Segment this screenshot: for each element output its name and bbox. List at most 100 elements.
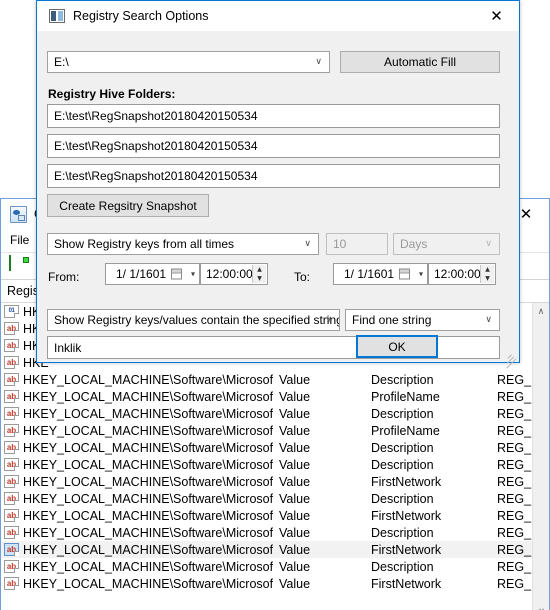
cell-value: Value xyxy=(279,576,311,591)
to-date-picker[interactable]: 1/ 1/1601 ▾ xyxy=(333,263,428,285)
cell-type: REG_ xyxy=(497,491,532,506)
menu-file[interactable]: File xyxy=(10,233,29,247)
table-row[interactable]: ab HKEY_LOCAL_MACHINE\Software\Microsoft\… xyxy=(1,490,549,507)
cell-value: Value xyxy=(279,474,311,489)
cell-name: Description xyxy=(371,559,434,574)
table-row[interactable]: ab HKEY_LOCAL_MACHINE\Software\Microsoft\… xyxy=(1,371,549,388)
table-row[interactable]: ab HKEY_LOCAL_MACHINE\Software\Microsoft\… xyxy=(1,456,549,473)
to-time-spinner[interactable]: 12:00:00 AI ▲ ▼ xyxy=(428,263,496,285)
duration-unit-combobox[interactable]: Days ∨ xyxy=(393,233,500,255)
cell-type: REG_ xyxy=(497,576,532,591)
string-value-icon: ab xyxy=(4,407,19,420)
table-row[interactable]: ab HKEY_LOCAL_MACHINE\Software\Microsoft\… xyxy=(1,507,549,524)
cell-registry-key: ab HKEY_LOCAL_MACHINE\Software\Microsoft\… xyxy=(1,441,273,455)
table-row[interactable]: ab HKEY_LOCAL_MACHINE\Software\Microsoft\… xyxy=(1,439,549,456)
table-row[interactable]: ab HKEY_LOCAL_MACHINE\Software\Microsoft\… xyxy=(1,422,549,439)
cell-type: REG_ xyxy=(497,440,532,455)
dialog-titlebar[interactable]: Registry Search Options ✕ xyxy=(37,1,519,31)
cell-registry-key-text: HKEY_LOCAL_MACHINE\Software\Microsoft\Wi… xyxy=(23,372,273,387)
cell-value: Value xyxy=(279,406,311,421)
cell-registry-key: ab HKEY_LOCAL_MACHINE\Software\Microsoft\… xyxy=(1,577,273,591)
cell-type: REG_ xyxy=(497,474,532,489)
from-date-picker[interactable]: 1/ 1/1601 ▾ xyxy=(105,263,200,285)
cell-registry-key: ab HKEY_LOCAL_MACHINE\Software\Microsoft\… xyxy=(1,509,273,523)
spinner-buttons[interactable]: ▲ ▼ xyxy=(480,265,494,283)
cell-value: Value xyxy=(279,542,311,557)
spin-down-icon[interactable]: ▼ xyxy=(253,274,266,283)
create-registry-snapshot-button[interactable]: Create Regsitry Snapshot xyxy=(47,194,209,217)
grid-icon-button[interactable] xyxy=(7,254,29,277)
photo-app-icon xyxy=(10,205,27,223)
chevron-down-icon: ▾ xyxy=(190,269,195,279)
string-value-icon: ab xyxy=(4,526,19,539)
ok-button[interactable]: OK xyxy=(356,335,438,358)
spin-down-icon[interactable]: ▼ xyxy=(481,274,494,283)
string-value-icon: ab xyxy=(4,560,19,573)
string-value-icon: ab xyxy=(4,339,19,352)
cell-type: REG_ xyxy=(497,508,532,523)
list-vertical-scrollbar[interactable]: ∧ ∨ xyxy=(532,303,549,610)
chevron-down-icon: ∨ xyxy=(485,315,492,325)
spin-up-icon[interactable]: ▲ xyxy=(253,265,266,274)
cell-name: Description xyxy=(371,457,434,472)
cell-registry-key-text: HKEY_LOCAL_MACHINE\Software\Microsoft\Wi… xyxy=(23,525,273,540)
cell-registry-key: ab HKEY_LOCAL_MACHINE\Software\Microsoft\… xyxy=(1,390,273,404)
drive-combobox[interactable]: E:\ ∨ xyxy=(47,51,330,73)
scroll-up-icon[interactable]: ∧ xyxy=(533,303,549,320)
table-row[interactable]: ab HKEY_LOCAL_MACHINE\Software\Microsoft\… xyxy=(1,541,549,558)
table-row[interactable]: ab HKEY_LOCAL_MACHINE\Software\Microsoft\… xyxy=(1,473,549,490)
cell-registry-key-text: HKEY_LOCAL_MACHINE\Software\Microsoft\Wi… xyxy=(23,423,273,438)
calendar-icon xyxy=(399,268,410,280)
spin-up-icon[interactable]: ▲ xyxy=(481,265,494,274)
find-mode-combobox[interactable]: Find one string ∨ xyxy=(345,309,500,331)
cell-registry-key: ab HKEY_LOCAL_MACHINE\Software\Microsoft\… xyxy=(1,373,273,387)
registry-search-options-dialog: Registry Search Options ✕ E:\ ∨ Automati… xyxy=(36,0,520,369)
string-value-icon: ab xyxy=(4,356,19,369)
scroll-down-icon[interactable]: ∨ xyxy=(533,603,549,610)
duration-unit-value: Days xyxy=(400,237,428,251)
cell-name: Description xyxy=(371,406,434,421)
resize-grip[interactable] xyxy=(504,347,517,369)
string-filter-value: Show Registry keys/values contain the sp… xyxy=(54,313,340,327)
cell-value: Value xyxy=(279,559,311,574)
close-icon[interactable]: ✕ xyxy=(474,1,519,31)
find-mode-value: Find one string xyxy=(352,313,432,327)
string-value-icon: ab xyxy=(4,424,19,437)
cell-registry-key: ab HKEY_LOCAL_MACHINE\Software\Microsoft\… xyxy=(1,526,273,540)
cell-registry-key-text: HKEY_LOCAL_MACHINE\Software\Microsoft\Wi… xyxy=(23,559,273,574)
binary-value-icon: 01 xyxy=(4,305,19,318)
cell-registry-key-text: HKEY_LOCAL_MACHINE\Software\Microsoft\Wi… xyxy=(23,491,273,506)
cell-registry-key-text: HKEY_LOCAL_MACHINE\Software\Microsoft\Wi… xyxy=(23,508,273,523)
chevron-down-icon: ∨ xyxy=(485,239,492,249)
cell-type: REG_ xyxy=(497,525,532,540)
time-filter-combobox[interactable]: Show Registry keys from all times ∨ xyxy=(47,233,319,255)
duration-value-field[interactable]: 10 xyxy=(326,233,388,255)
grid-icon xyxy=(9,254,11,271)
table-row[interactable]: ab HKEY_LOCAL_MACHINE\Software\Microsoft\… xyxy=(1,575,549,592)
automatic-fill-button[interactable]: Automatic Fill xyxy=(340,51,500,73)
cell-value: Value xyxy=(279,491,311,506)
hive-path-field-3[interactable]: E:\test\RegSnapshot20180420150534 xyxy=(47,164,500,188)
chevron-down-icon: ∨ xyxy=(325,315,332,325)
table-row[interactable]: ab HKEY_LOCAL_MACHINE\Software\Microsoft\… xyxy=(1,388,549,405)
from-time-spinner[interactable]: 12:00:00 AI ▲ ▼ xyxy=(200,263,268,285)
string-value-icon: ab xyxy=(4,475,19,488)
string-filter-combobox[interactable]: Show Registry keys/values contain the sp… xyxy=(47,309,340,331)
hive-path-field-1[interactable]: E:\test\RegSnapshot20180420150534 xyxy=(47,104,500,128)
table-row[interactable]: ab HKEY_LOCAL_MACHINE\Software\Microsoft\… xyxy=(1,405,549,422)
cell-name: ProfileName xyxy=(371,423,440,438)
cell-registry-key: ab HKEY_LOCAL_MACHINE\Software\Microsoft\… xyxy=(1,424,273,438)
cell-name: FirstNetwork xyxy=(371,576,442,591)
dialog-body: E:\ ∨ Automatic Fill Registry Hive Folde… xyxy=(37,31,519,369)
string-value-icon: ab xyxy=(4,509,19,522)
string-value-icon: ab xyxy=(4,492,19,505)
cell-value: Value xyxy=(279,525,311,540)
cell-registry-key: ab HKEY_LOCAL_MACHINE\Software\Microsoft\… xyxy=(1,560,273,574)
to-label: To: xyxy=(294,270,311,284)
table-row[interactable]: ab HKEY_LOCAL_MACHINE\Software\Microsoft\… xyxy=(1,524,549,541)
table-row[interactable]: ab HKEY_LOCAL_MACHINE\Software\Microsoft\… xyxy=(1,558,549,575)
spinner-buttons[interactable]: ▲ ▼ xyxy=(252,265,266,283)
cell-name: FirstNetwork xyxy=(371,542,442,557)
hive-path-field-2[interactable]: E:\test\RegSnapshot20180420150534 xyxy=(47,134,500,158)
cell-type: REG_ xyxy=(497,372,532,387)
